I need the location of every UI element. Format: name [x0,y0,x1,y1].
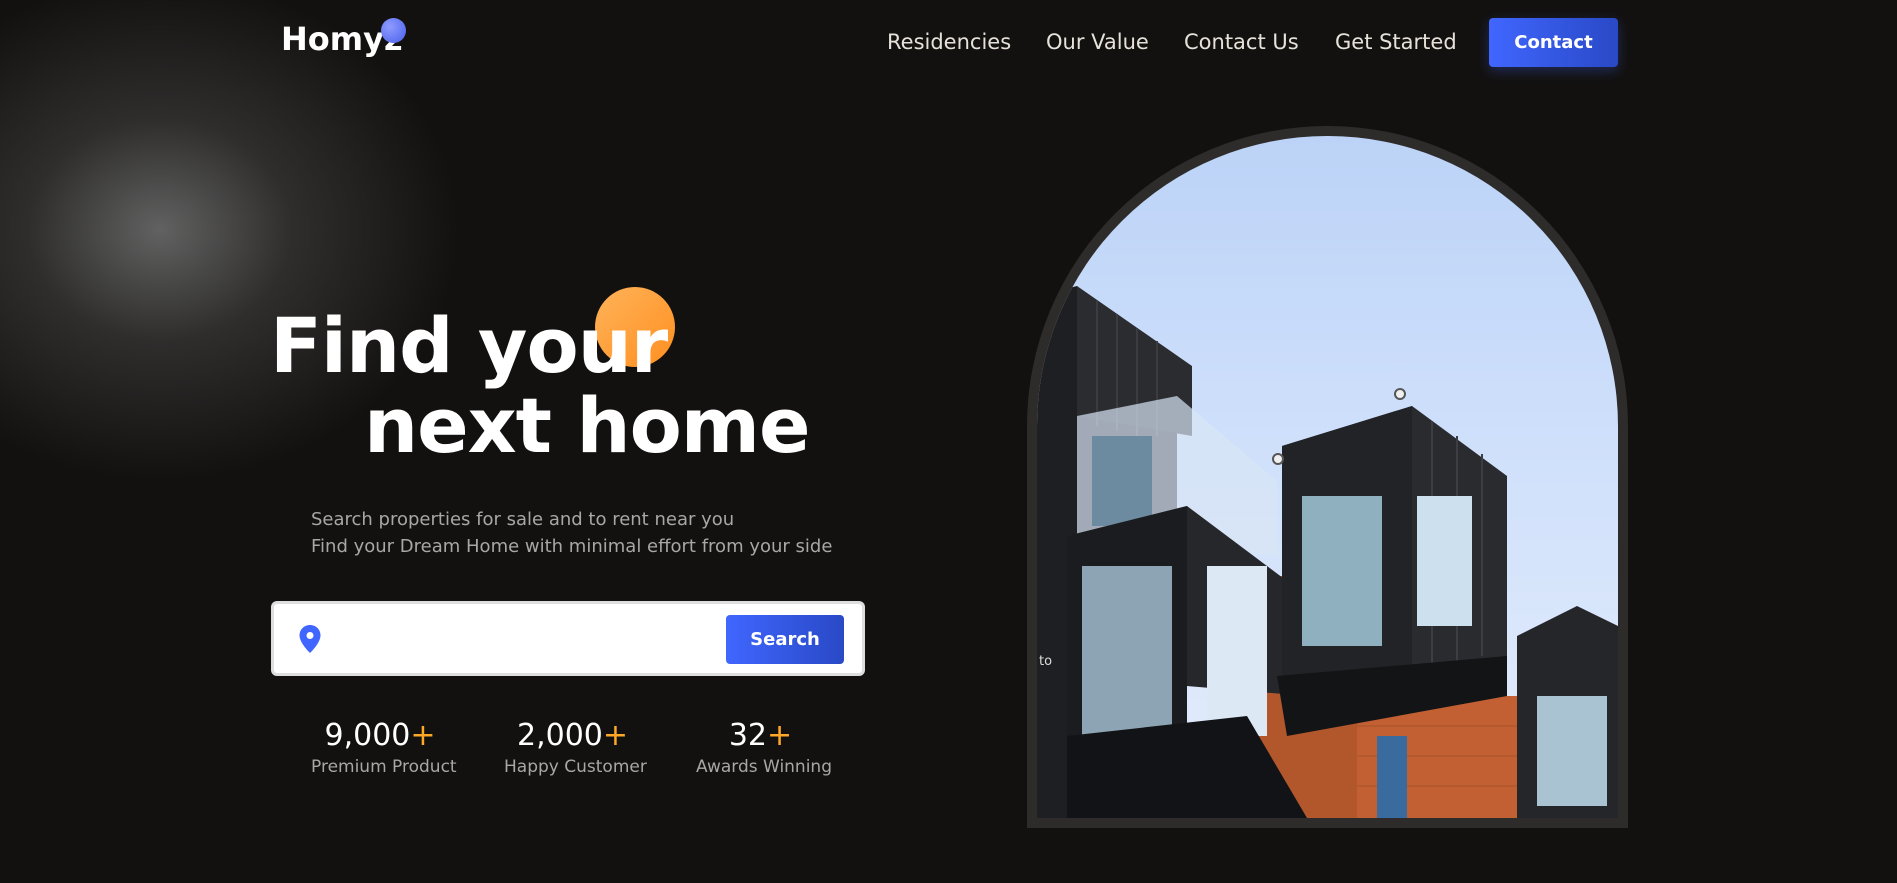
stat-value: 2,000+ [504,718,641,753]
hero-description-line1: Search properties for sale and to rent n… [311,509,735,530]
stat-number: 2,000 [516,718,603,753]
hero-image-frame: to [1027,126,1628,828]
hero-description-line2: Find your Dream Home with minimal effort… [311,536,833,557]
logo-dot-icon [381,18,406,43]
hero-title-line2: next home [364,381,811,470]
location-pin-icon [299,625,321,653]
image-caption-fragment: to [1039,654,1053,669]
contact-button[interactable]: Contact [1489,18,1618,67]
search-input[interactable] [344,618,764,660]
page: Homyz Residencies Our Value Contact Us G… [0,0,1897,883]
nav-our-value[interactable]: Our Value [1046,30,1149,54]
search-button[interactable]: Search [726,615,844,664]
stat-number: 9,000 [324,718,411,753]
nav-residencies[interactable]: Residencies [887,30,1011,54]
stat-value: 32+ [696,718,825,753]
nav-get-started[interactable]: Get Started [1335,30,1457,54]
hero-image-building: to [1037,136,1618,818]
stat-plus: + [767,718,793,753]
stat-premium-product: 9,000+ Premium Product [311,718,457,777]
stat-plus: + [602,718,629,753]
stat-label: Happy Customer [504,757,647,777]
stat-label: Awards Winning [696,757,832,777]
stat-awards-winning: 32+ Awards Winning [696,718,832,777]
stat-number: 32 [728,718,768,753]
stat-happy-customer: 2,000+ Happy Customer [504,718,647,777]
hero-title-line1: Find your [270,301,668,390]
stat-value: 9,000+ [311,718,449,753]
stat-plus: + [410,718,436,753]
stat-label: Premium Product [311,757,457,777]
search-bar: Search [271,601,865,676]
building-illustration [1037,286,1618,818]
nav-contact-us[interactable]: Contact Us [1184,30,1299,54]
